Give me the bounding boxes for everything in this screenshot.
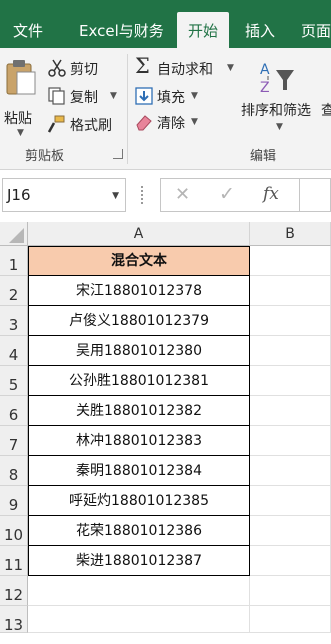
cell-a9[interactable]: 呼延灼18801012385 xyxy=(28,486,250,516)
row-header[interactable]: 11 xyxy=(0,546,28,576)
row-header[interactable]: 9 xyxy=(0,486,28,516)
row-header[interactable]: 13 xyxy=(0,606,28,634)
paste-label: 粘贴 xyxy=(4,111,32,127)
ribbon-home: 粘贴 ▼ 剪切 复制 ▼ 格式刷 剪贴板 Σ 自动求和 ▼ 填充 ▼ 清除 ▼ … xyxy=(0,48,331,170)
copy-button[interactable]: 复制 ▼ xyxy=(48,86,124,108)
tab-home[interactable]: 开始 xyxy=(177,12,230,48)
formula-input[interactable] xyxy=(300,178,331,212)
fill-label: 填充 xyxy=(157,90,185,106)
clipboard-launcher-icon[interactable] xyxy=(113,149,123,159)
cell-b3[interactable] xyxy=(250,306,331,336)
ribbon-separator xyxy=(127,54,128,164)
cell-a13[interactable] xyxy=(28,606,250,633)
editing-group-label: 编辑 xyxy=(250,149,277,164)
clipboard-group-label: 剪贴板 xyxy=(25,149,65,164)
cell-b11[interactable] xyxy=(250,546,331,576)
scissors-icon xyxy=(48,59,66,77)
copy-dropdown-icon[interactable]: ▼ xyxy=(110,91,117,101)
row-header[interactable]: 3 xyxy=(0,306,28,336)
paste-dropdown-icon[interactable]: ▼ xyxy=(17,128,24,138)
enter-icon[interactable]: ✓ xyxy=(219,183,235,205)
fill-dropdown-icon[interactable]: ▼ xyxy=(191,91,198,101)
row-header[interactable]: 12 xyxy=(0,576,28,606)
paste-icon xyxy=(6,60,36,95)
eraser-icon xyxy=(136,115,152,131)
name-box[interactable]: J16 ▼ xyxy=(2,178,126,212)
svg-text:Z: Z xyxy=(260,80,270,96)
cell-b4[interactable] xyxy=(250,336,331,366)
cell-b9[interactable] xyxy=(250,486,331,516)
name-box-value: J16 xyxy=(7,186,31,204)
clear-button[interactable]: 清除 ▼ xyxy=(135,112,205,134)
formula-buttons: ✕ ✓ fx xyxy=(160,178,300,212)
column-header-b[interactable]: B xyxy=(250,222,331,246)
clear-label: 清除 xyxy=(157,116,185,132)
cell-b5[interactable] xyxy=(250,366,331,396)
cell-b6[interactable] xyxy=(250,396,331,426)
row-header[interactable]: 8 xyxy=(0,456,28,486)
tab-file[interactable]: 文件 xyxy=(13,12,43,48)
tab-insert[interactable]: 插入 xyxy=(245,12,275,48)
sort-filter-button[interactable]: A Z 排序和筛选 ▼ xyxy=(238,58,320,140)
paste-button[interactable]: 粘贴 ▼ xyxy=(2,56,38,140)
autosum-label: 自动求和 xyxy=(157,62,213,78)
cut-label: 剪切 xyxy=(70,62,98,78)
cell-a10[interactable]: 花荣18801012386 xyxy=(28,516,250,546)
cell-b2[interactable] xyxy=(250,276,331,306)
row-header[interactable]: 10 xyxy=(0,516,28,546)
cell-b7[interactable] xyxy=(250,426,331,456)
cell-b1[interactable] xyxy=(250,246,331,276)
format-painter-label: 格式刷 xyxy=(70,118,112,134)
fill-down-icon xyxy=(135,87,153,105)
copy-label: 复制 xyxy=(70,90,98,106)
formula-bar-grip-icon xyxy=(141,186,144,204)
fill-button[interactable]: 填充 ▼ xyxy=(135,86,205,108)
autosum-dropdown-icon[interactable]: ▼ xyxy=(227,63,234,73)
cut-button[interactable]: 剪切 xyxy=(48,58,120,80)
row-header[interactable]: 4 xyxy=(0,336,28,366)
copy-icon xyxy=(48,87,65,105)
cell-a6[interactable]: 关胜18801012382 xyxy=(28,396,250,426)
sort-filter-label: 排序和筛选 xyxy=(241,103,311,119)
cell-a1-header[interactable]: 混合文本 xyxy=(28,246,250,276)
tab-page[interactable]: 页面 xyxy=(301,12,331,48)
cell-a2[interactable]: 宋江18801012378 xyxy=(28,276,250,306)
sort-filter-dropdown-icon[interactable]: ▼ xyxy=(276,122,283,132)
svg-text:A: A xyxy=(260,62,270,78)
cell-a3[interactable]: 卢俊义18801012379 xyxy=(28,306,250,336)
cell-a12[interactable] xyxy=(28,576,250,606)
cancel-icon[interactable]: ✕ xyxy=(175,184,190,205)
row-header[interactable]: 6 xyxy=(0,396,28,426)
row-header[interactable]: 1 xyxy=(0,246,28,276)
clear-dropdown-icon[interactable]: ▼ xyxy=(191,117,198,127)
select-all-icon xyxy=(9,228,24,243)
cell-b12[interactable] xyxy=(250,576,331,606)
format-painter-icon xyxy=(48,115,65,133)
sort-filter-icon: A Z xyxy=(260,62,294,96)
ribbon-tab-bar xyxy=(0,0,331,48)
cell-a8[interactable]: 秦明18801012384 xyxy=(28,456,250,486)
sigma-icon: Σ xyxy=(135,54,150,78)
row-header[interactable]: 2 xyxy=(0,276,28,306)
row-header[interactable]: 7 xyxy=(0,426,28,456)
cell-b8[interactable] xyxy=(250,456,331,486)
chevron-down-icon[interactable]: ▼ xyxy=(112,191,119,201)
cell-a5[interactable]: 公孙胜18801012381 xyxy=(28,366,250,396)
cell-a7[interactable]: 林冲18801012383 xyxy=(28,426,250,456)
tab-excel-finance[interactable]: Excel与财务 xyxy=(79,12,164,48)
select-all-corner[interactable] xyxy=(0,222,28,246)
autosum-button[interactable]: Σ 自动求和 ▼ xyxy=(135,54,239,80)
cell-a11[interactable]: 柴进18801012387 xyxy=(28,546,250,576)
find-select-label[interactable]: 查 xyxy=(321,100,331,120)
insert-function-icon[interactable]: fx xyxy=(263,184,279,204)
cell-b10[interactable] xyxy=(250,516,331,546)
column-header-a[interactable]: A xyxy=(28,222,250,246)
cell-b13[interactable] xyxy=(250,606,331,633)
cell-a4[interactable]: 吴用18801012380 xyxy=(28,336,250,366)
row-header[interactable]: 5 xyxy=(0,366,28,396)
format-painter-button[interactable]: 格式刷 xyxy=(48,114,124,136)
